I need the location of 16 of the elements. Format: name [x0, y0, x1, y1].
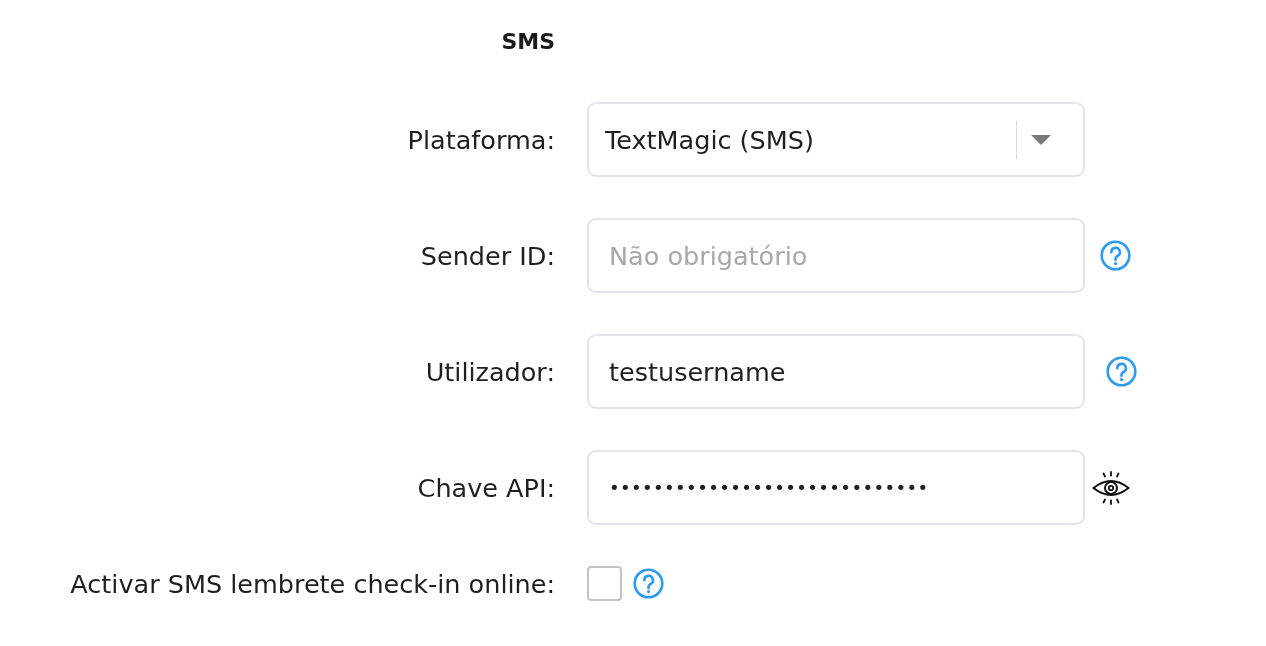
help-icon[interactable] [633, 568, 664, 599]
field-label: Plataforma: [407, 124, 555, 155]
caret-icon [1031, 134, 1051, 145]
password-field[interactable]: ••••••••••••••••••••••••••••• [587, 450, 1085, 525]
checkbox[interactable] [587, 566, 622, 601]
field-label: Activar SMS lembrete check-in online: [70, 568, 555, 599]
text-field[interactable]: testusername [587, 334, 1085, 409]
platform-select[interactable]: TextMagic (SMS) [587, 102, 1085, 177]
help-icon[interactable] [1106, 356, 1137, 387]
help-icon[interactable] [1100, 240, 1131, 271]
field-label: Utilizador: [425, 356, 555, 387]
field-label: Chave API: [417, 472, 555, 503]
field-label: Sender ID: [420, 240, 555, 271]
eye-icon[interactable] [1092, 470, 1130, 505]
section-title: SMS [501, 28, 555, 56]
text-field[interactable]: Não obrigatório [587, 218, 1085, 293]
